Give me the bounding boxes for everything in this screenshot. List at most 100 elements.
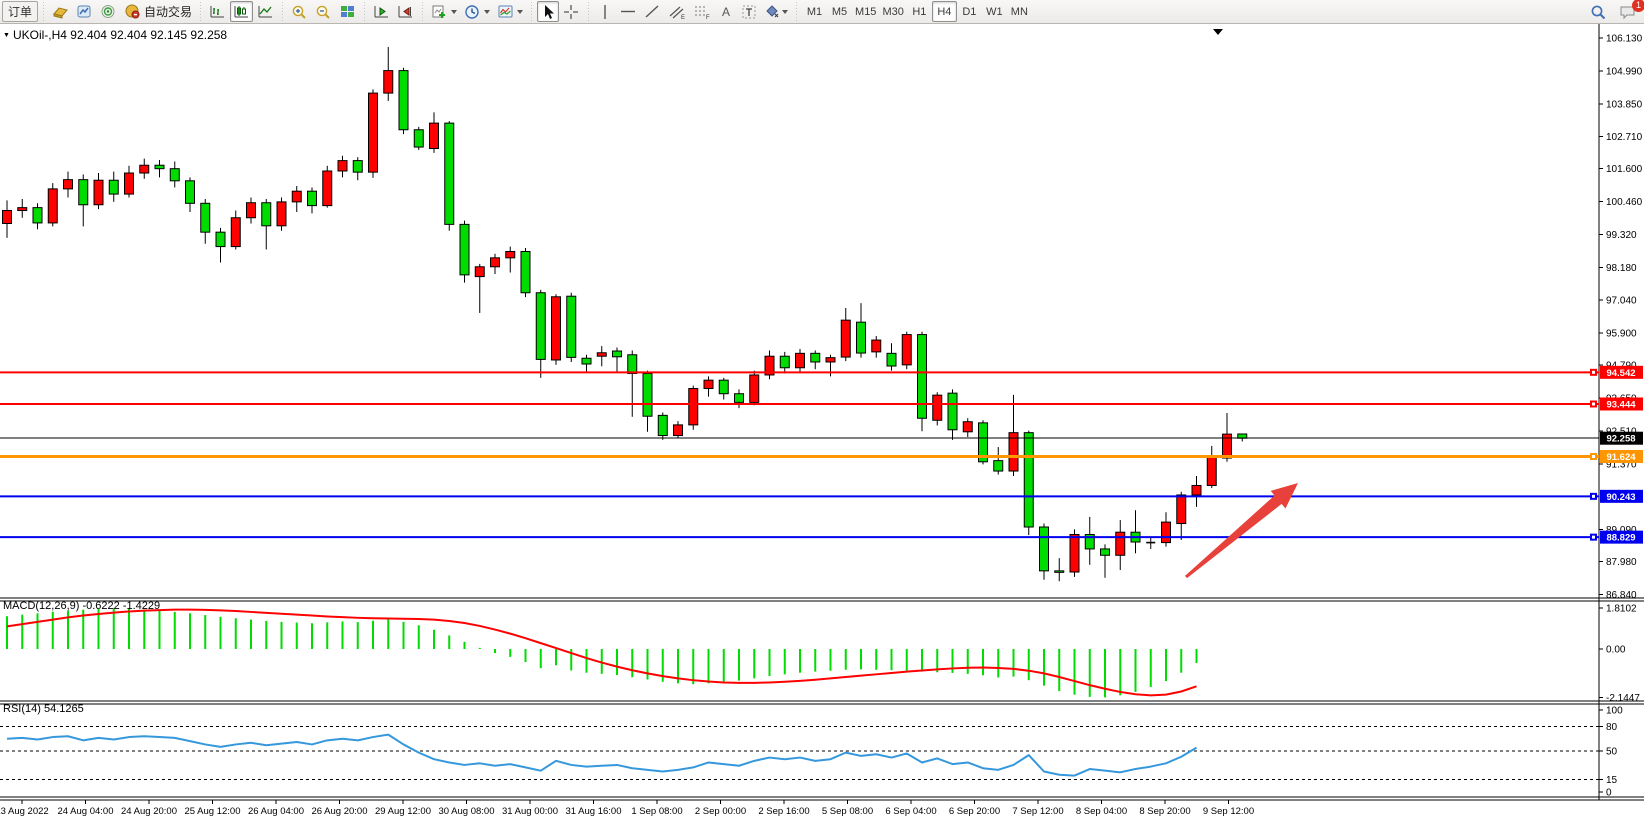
time-axis-label: 31 Aug 16:00	[566, 806, 622, 817]
period-button[interactable]	[461, 1, 493, 22]
candle-up	[872, 340, 881, 352]
candle-up	[1223, 434, 1232, 458]
candle-up	[674, 425, 683, 436]
line-chart-type-icon[interactable]	[254, 1, 277, 22]
candle-down	[658, 415, 667, 435]
channel-tool-icon[interactable]: E	[665, 1, 689, 22]
time-axis: 23 Aug 202224 Aug 04:0024 Aug 20:0025 Au…	[0, 800, 1254, 817]
bar-chart-type-icon[interactable]	[206, 1, 229, 22]
time-axis-label: 2 Sep 00:00	[695, 806, 746, 817]
zoom-in-icon[interactable]	[288, 1, 311, 22]
vertical-line-tool-icon[interactable]	[594, 1, 616, 22]
notifications-chat-icon[interactable]: 1	[1616, 2, 1640, 23]
market-watch-icon[interactable]	[97, 1, 120, 22]
toolbar-separator	[280, 2, 285, 22]
candle-up	[18, 208, 27, 211]
candle-down	[1055, 571, 1064, 573]
zoom-out-icon[interactable]	[312, 1, 335, 22]
chart-title-text: UKOil-,H4 92.404 92.404 92.145 92.258	[13, 28, 227, 42]
price-axis-label: 95.900	[1606, 329, 1637, 340]
time-axis-label: 8 Sep 20:00	[1139, 806, 1190, 817]
horizontal-line-tool-icon[interactable]	[617, 1, 640, 22]
chart-window-icon[interactable]	[73, 1, 96, 22]
timeframe-h1[interactable]: H1	[907, 1, 932, 22]
timeframe-m30[interactable]: M30	[879, 1, 906, 22]
candle-down	[536, 293, 545, 360]
auto-scroll-icon[interactable]	[370, 1, 393, 22]
autotrading-button[interactable]: 自动交易	[121, 1, 195, 22]
search-icon[interactable]	[1587, 2, 1610, 23]
time-axis-label: 6 Sep 04:00	[885, 806, 936, 817]
cursor-tool-icon[interactable]	[537, 1, 559, 22]
candle-up	[963, 422, 972, 432]
price-axis-label: 106.130	[1606, 34, 1643, 45]
text-tool-icon[interactable]: A	[715, 1, 737, 22]
time-axis-label: 31 Aug 00:00	[502, 806, 558, 817]
candle-down	[445, 123, 454, 224]
time-axis-label: 29 Aug 12:00	[375, 806, 431, 817]
candle-up	[902, 335, 911, 365]
crosshair-tool-icon[interactable]	[560, 1, 583, 22]
timeframe-mn[interactable]: MN	[1007, 1, 1032, 22]
candle-down	[109, 180, 118, 194]
candle-down	[811, 353, 820, 362]
price-axis-label: 97.040	[1606, 296, 1637, 307]
rsi-panel: 1008050150	[0, 706, 1623, 799]
rsi-line	[7, 735, 1197, 776]
time-axis-label: 8 Sep 04:00	[1076, 806, 1127, 817]
candle-down	[628, 355, 637, 374]
level-badge-text: 94.542	[1606, 368, 1635, 379]
line-handle-dot	[1592, 536, 1595, 539]
candle-up	[1192, 485, 1201, 495]
order-button[interactable]: 订单	[2, 1, 38, 22]
one-click-trading-expander-icon[interactable]: ▼	[3, 32, 10, 39]
candle-up	[64, 180, 73, 189]
candle-down	[948, 393, 957, 430]
text-label-tool-icon[interactable]	[738, 1, 761, 22]
timeframe-w1[interactable]: W1	[982, 1, 1007, 22]
new-chart-button[interactable]	[428, 1, 460, 22]
new-order-icon[interactable]	[49, 1, 72, 22]
candle-up	[841, 320, 850, 357]
timeframe-m15[interactable]: M15	[852, 1, 879, 22]
candle-up	[94, 180, 103, 205]
candle-up	[506, 251, 515, 257]
trendline-tool-icon[interactable]	[641, 1, 664, 22]
timeframe-bar: M1M5M15M30H1H4D1W1MN	[802, 1, 1032, 22]
candle-up	[231, 218, 240, 247]
tile-windows-icon[interactable]	[336, 1, 359, 22]
time-axis-label: 26 Aug 20:00	[312, 806, 368, 817]
template-button[interactable]	[494, 1, 526, 22]
price-axis-label: 87.980	[1606, 557, 1637, 568]
candle-down	[994, 461, 1003, 471]
time-axis-label: 2 Sep 16:00	[758, 806, 809, 817]
shapes-tool-button[interactable]	[762, 1, 791, 22]
candle-up	[3, 211, 12, 224]
fibonacci-tool-icon[interactable]: F	[690, 1, 714, 22]
candle-up	[552, 297, 561, 360]
timeframe-m1[interactable]: M1	[802, 1, 827, 22]
time-axis-label: 5 Sep 08:00	[822, 806, 873, 817]
candle-down	[918, 335, 927, 419]
chart-shift-icon[interactable]	[394, 1, 417, 22]
candle-down	[521, 251, 530, 292]
candle-up	[491, 258, 500, 267]
timeframe-m5[interactable]: M5	[827, 1, 852, 22]
level-badge-text: 90.243	[1606, 492, 1635, 503]
toolbar-separator	[586, 2, 591, 22]
price-axis-label: 102.710	[1606, 132, 1643, 143]
candle-down	[170, 169, 179, 181]
price-axis-label: 98.180	[1606, 263, 1637, 274]
macd-axis-label: -2.1447	[1606, 693, 1640, 704]
candle-down	[1024, 433, 1033, 527]
timeframe-d1[interactable]: D1	[957, 1, 982, 22]
candle-up	[369, 93, 378, 172]
dropdown-arrow-icon	[451, 10, 457, 14]
toolbar-separator	[794, 2, 799, 22]
chart-shift-marker-icon[interactable]	[1213, 29, 1223, 35]
candlestick-chart-type-icon[interactable]	[230, 1, 253, 22]
candle-down	[460, 224, 469, 274]
chart-canvas[interactable]: 106.130104.990103.850102.710101.600100.4…	[0, 24, 1644, 818]
line-handle-dot	[1592, 402, 1595, 405]
timeframe-h4[interactable]: H4	[932, 1, 957, 22]
